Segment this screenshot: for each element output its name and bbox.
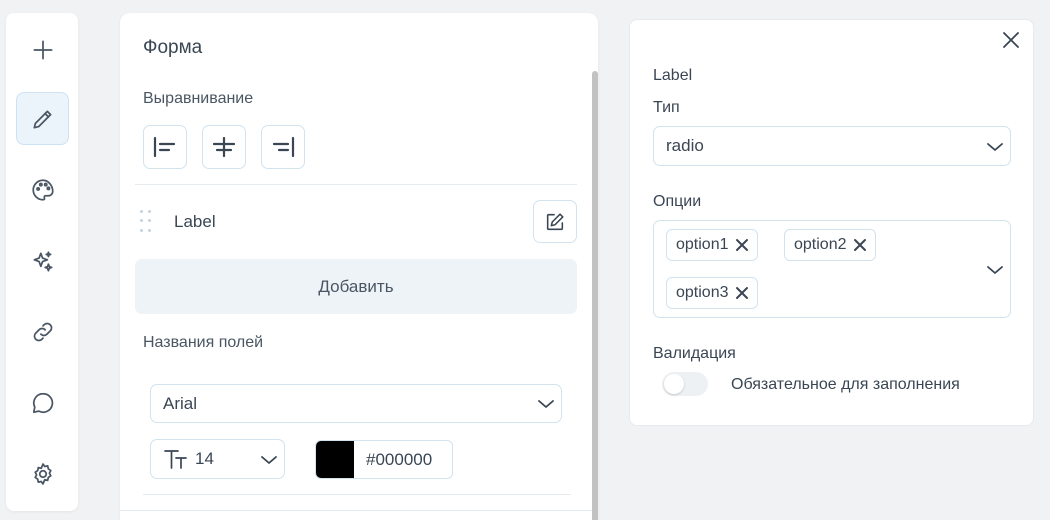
- drag-handle-icon[interactable]: [140, 210, 152, 234]
- gear-icon: [33, 462, 52, 485]
- options-label: Опции: [653, 193, 702, 210]
- required-toggle[interactable]: [662, 372, 708, 396]
- option-chip-label: option2: [794, 236, 847, 253]
- field-names-label: Названия полей: [143, 334, 264, 351]
- color-hex-value: #000000: [366, 449, 433, 469]
- align-center-icon: [212, 136, 236, 158]
- close-button[interactable]: [1001, 30, 1023, 52]
- section-divider: [135, 184, 577, 185]
- chevron-down-icon: [538, 400, 554, 408]
- section-divider: [120, 510, 592, 511]
- required-label: Обязательное для заполнения: [731, 376, 960, 393]
- add-element-button[interactable]: [16, 23, 69, 76]
- edit-form-button[interactable]: [16, 92, 69, 145]
- link-button[interactable]: [16, 305, 69, 358]
- option-chip: option1: [666, 229, 758, 261]
- type-select[interactable]: radio: [653, 126, 1011, 166]
- chevron-down-icon: [987, 266, 1003, 274]
- form-settings-panel: Форма Выравнивание Label Добавить Назван…: [120, 13, 598, 520]
- edit-icon: [546, 212, 564, 230]
- settings-button[interactable]: [16, 447, 69, 500]
- section-divider: [143, 494, 571, 495]
- align-left-button[interactable]: [143, 125, 187, 169]
- chat-button[interactable]: [16, 376, 69, 429]
- chat-bubble-icon: [32, 392, 53, 413]
- type-value: radio: [666, 136, 704, 155]
- panel-title: Форма: [143, 37, 203, 58]
- plus-icon: [32, 39, 53, 60]
- theme-button[interactable]: [16, 163, 69, 216]
- text-size-icon: [164, 450, 187, 469]
- font-size-value: 14: [195, 449, 214, 468]
- remove-icon[interactable]: [853, 238, 867, 252]
- panel-scrollbar[interactable]: [592, 71, 598, 520]
- color-swatch[interactable]: [316, 441, 354, 478]
- remove-icon[interactable]: [735, 286, 749, 300]
- effects-button[interactable]: [16, 235, 69, 288]
- type-label: Тип: [653, 99, 680, 116]
- option-chip: option3: [666, 277, 758, 309]
- font-family-value: Arial: [163, 393, 198, 413]
- field-properties-panel: Label Тип radio Опции option1 option2 op…: [629, 19, 1034, 426]
- add-field-button[interactable]: Добавить: [135, 259, 577, 314]
- chevron-down-icon: [987, 143, 1003, 151]
- align-left-icon: [153, 136, 176, 158]
- validation-label: Валидация: [653, 345, 736, 362]
- option-chip-label: option1: [676, 236, 729, 253]
- left-toolbar: [6, 13, 78, 511]
- edit-field-button[interactable]: [533, 200, 577, 243]
- sparkles-icon: [32, 250, 53, 272]
- align-center-button[interactable]: [202, 125, 246, 169]
- align-right-button[interactable]: [261, 125, 305, 169]
- close-icon: [1003, 32, 1019, 48]
- toggle-knob: [664, 374, 684, 394]
- chevron-down-icon: [261, 456, 277, 464]
- palette-icon: [31, 178, 54, 201]
- options-multiselect[interactable]: option1 option2 option3: [653, 220, 1011, 318]
- remove-icon[interactable]: [735, 238, 749, 252]
- font-family-select[interactable]: Arial: [150, 384, 562, 423]
- option-chip: option2: [784, 229, 876, 261]
- color-picker[interactable]: #000000: [315, 440, 453, 479]
- properties-field-name: Label: [653, 67, 693, 84]
- form-field-label: Label: [174, 212, 216, 231]
- pencil-icon: [32, 110, 51, 129]
- alignment-label: Выравнивание: [143, 90, 254, 107]
- font-size-select[interactable]: 14: [150, 439, 285, 479]
- link-icon: [33, 322, 52, 341]
- option-chip-label: option3: [676, 284, 729, 301]
- align-right-icon: [272, 136, 295, 158]
